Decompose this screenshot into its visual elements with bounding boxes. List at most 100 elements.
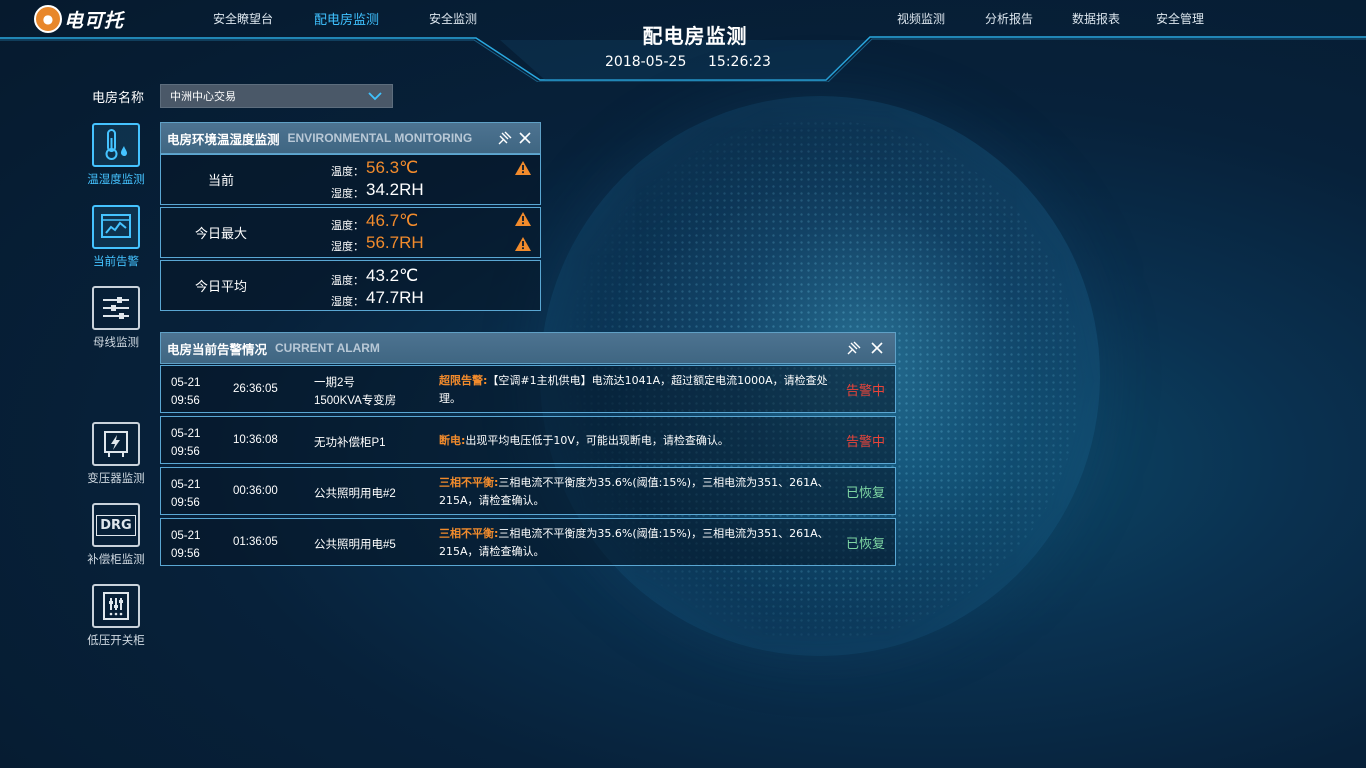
alarm-message: 超限告警:【空调#1主机供电】电流达1041A，超过额定电流1000A，请检查处… [439, 372, 839, 408]
room-label: 电房名称 [92, 91, 145, 106]
alarm-row[interactable]: 05-21 09:56 10:36:08 无功补偿柜P1 断电:出现平均电压低于… [160, 416, 896, 464]
sidebar-item-label: 变压器监测 [87, 471, 145, 485]
transformer-icon [92, 422, 140, 466]
alarm-duration: 26:36:05 [233, 383, 278, 395]
alarm-row[interactable]: 05-21 09:56 26:36:05 一期2号 1500KVA专变房 超限告… [160, 365, 896, 413]
alarm-row[interactable]: 05-21 09:56 01:36:05 公共照明用电#5 三相不平衡:三相电流… [160, 518, 896, 566]
sidebar-item-busbar[interactable]: 母线监测 [82, 286, 150, 350]
alarm-device-line1: 无功补偿柜P1 [314, 437, 386, 449]
alarm-date: 05-21 [171, 530, 201, 542]
temp-label: 温度： [331, 219, 364, 232]
alarm-device: 公共照明用电#2 [314, 485, 434, 503]
alarm-status: 告警中 [845, 384, 885, 399]
warning-icon [515, 212, 531, 226]
thermometer-drop-icon [92, 123, 140, 167]
drg-icon: DRG [92, 503, 140, 547]
sidebar-item-label: 母线监测 [93, 335, 139, 349]
alarm-text: 出现平均电压低于10V，可能出现断电，请检查确认。 [465, 434, 729, 447]
top-bar: ● 电可托 安全瞭望台 配电房监测 安全监测 视频监测 分析报告 数据报表 安全… [0, 0, 1366, 82]
humidity-label: 湿度： [331, 240, 364, 253]
page-date: 2018-05-25 [605, 54, 687, 70]
env-row-max: 今日最大 温度： 46.7℃ 湿度： 56.7RH [160, 207, 541, 258]
warning-icon [515, 237, 531, 251]
alarm-type: 三相不平衡: [439, 476, 499, 489]
alarm-row[interactable]: 05-21 09:56 00:36:00 公共照明用电#2 三相不平衡:三相电流… [160, 467, 896, 515]
alarm-type: 断电: [439, 434, 466, 447]
drg-text: DRG [96, 514, 136, 536]
alarm-datetime: 05-21 09:56 [171, 425, 200, 461]
sidebar-item-label: 当前告警 [93, 254, 139, 268]
alarm-duration: 00:36:00 [233, 485, 278, 497]
alarm-device: 无功补偿柜P1 [314, 434, 434, 452]
env-row-name: 今日平均 [194, 280, 247, 295]
alarm-date: 05-21 [171, 428, 201, 440]
env-panel-subtitle: ENVIRONMENTAL MONITORING [287, 131, 473, 145]
alarm-time: 09:56 [171, 395, 200, 407]
env-row-name: 今日最大 [194, 227, 247, 242]
alarm-device-line1: 公共照明用电#5 [314, 539, 396, 551]
sidebar-item-label: 温湿度监测 [87, 172, 145, 186]
alarm-device-line2: 1500KVA专变房 [314, 395, 397, 407]
alarm-duration: 10:36:08 [233, 434, 278, 446]
alarm-date: 05-21 [171, 377, 201, 389]
alarm-datetime: 05-21 09:56 [171, 374, 200, 410]
sidebar-item-transformer[interactable]: 变压器监测 [82, 422, 150, 486]
env-row-average: 今日平均 温度： 43.2℃ 湿度： 47.7RH [160, 260, 541, 311]
humidity-label: 湿度： [331, 295, 364, 308]
alarm-chart-icon [92, 205, 140, 249]
alarm-text: 【空调#1主机供电】电流达1041A，超过额定电流1000A，请检查处理。 [439, 374, 828, 405]
alarm-time: 09:56 [171, 497, 200, 509]
alarm-device-line1: 一期2号 [314, 377, 355, 389]
alarm-duration: 01:36:05 [233, 536, 278, 548]
temp-value: 56.3℃ [366, 158, 419, 177]
pin-icon[interactable] [498, 131, 512, 145]
room-selected-value: 中洲中心交易 [170, 90, 236, 103]
temp-value: 46.7℃ [366, 211, 419, 230]
close-icon[interactable] [870, 341, 884, 355]
sidebar-item-label: 低压开关柜 [87, 633, 145, 647]
humidity-label: 湿度： [331, 187, 364, 200]
alarm-panel-title: 电房当前告警情况 [167, 341, 268, 357]
room-select[interactable]: 中洲中心交易 [160, 84, 393, 108]
alarm-panel-header: 电房当前告警情况 CURRENT ALARM [160, 332, 896, 364]
page-time: 15:26:23 [708, 54, 771, 70]
alarm-type: 超限告警: [439, 374, 488, 387]
warning-icon [515, 161, 531, 175]
sidebar-item-current-alarm[interactable]: 当前告警 [82, 205, 150, 269]
humidity-value: 56.7RH [366, 233, 424, 252]
humidity-value: 47.7RH [366, 288, 424, 307]
alarm-message: 三相不平衡:三相电流不平衡度为35.6%(阈值:15%)，三相电流为351、26… [439, 474, 839, 510]
humidity-value: 34.2RH [366, 180, 424, 199]
temp-value: 43.2℃ [366, 266, 419, 285]
pin-icon[interactable] [847, 341, 861, 355]
alarm-status: 已恢复 [845, 486, 885, 501]
close-icon[interactable] [518, 131, 532, 145]
alarm-device: 一期2号 1500KVA专变房 [314, 374, 434, 410]
alarm-text: 三相电流不平衡度为35.6%(阈值:15%)，三相电流为351、261A、215… [439, 476, 829, 507]
alarm-datetime: 05-21 09:56 [171, 476, 200, 512]
alarm-status: 告警中 [845, 435, 885, 450]
sidebar-item-switchgear[interactable]: 低压开关柜 [82, 584, 150, 648]
sidebar-item-label: 补偿柜监测 [87, 552, 145, 566]
alarm-device-line1: 公共照明用电#2 [314, 488, 396, 500]
alarm-status: 已恢复 [845, 537, 885, 552]
sidebar-item-compensator[interactable]: DRG 补偿柜监测 [82, 503, 150, 567]
alarm-datetime: 05-21 09:56 [171, 527, 200, 563]
env-panel-title: 电房环境温湿度监测 [167, 131, 280, 147]
temp-label: 温度： [331, 274, 364, 287]
sidebar-item-temp-humidity[interactable]: 温湿度监测 [82, 123, 150, 187]
env-row-current: 当前 温度： 56.3℃ 湿度： 34.2RH [160, 154, 541, 205]
alarm-device: 公共照明用电#5 [314, 536, 434, 554]
busbar-icon [92, 286, 140, 330]
page-title: 配电房监测 [642, 24, 748, 48]
alarm-time: 09:56 [171, 548, 200, 560]
alarm-date: 05-21 [171, 479, 201, 491]
chevron-down-icon [368, 92, 382, 101]
alarm-type: 三相不平衡: [439, 527, 499, 540]
alarm-time: 09:56 [171, 446, 200, 458]
env-row-name: 当前 [207, 174, 234, 189]
alarm-panel-subtitle: CURRENT ALARM [275, 341, 380, 355]
env-panel-header: 电房环境温湿度监测 ENVIRONMENTAL MONITORING [160, 122, 541, 154]
alarm-text: 三相电流不平衡度为35.6%(阈值:15%)，三相电流为351、261A、215… [439, 527, 829, 558]
temp-label: 温度： [331, 165, 364, 178]
